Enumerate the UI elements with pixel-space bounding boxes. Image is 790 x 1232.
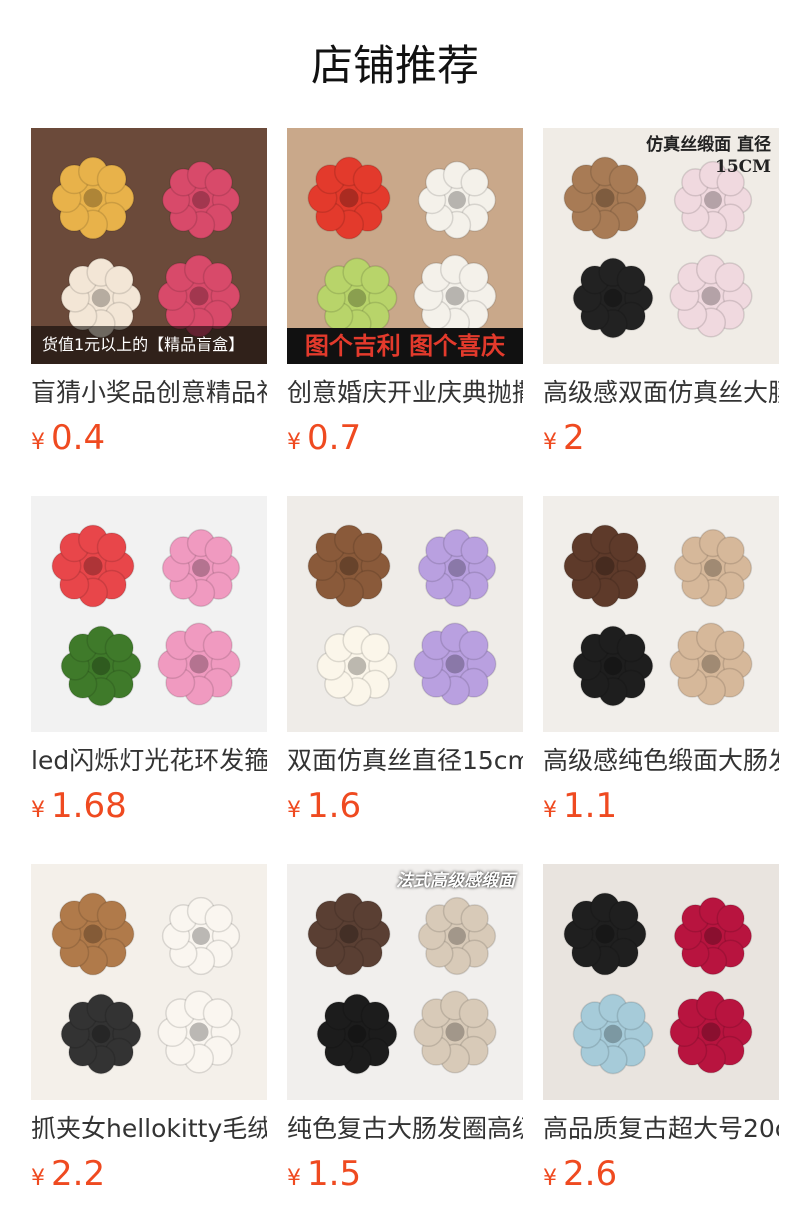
- product-card[interactable]: 高品质复古超大号20cm发圈 ¥2.6: [543, 864, 779, 1202]
- product-card[interactable]: 双面仿真丝直径15cm大肠发圈 ¥1.6: [287, 496, 523, 834]
- scrunchie-shape: [307, 156, 391, 240]
- scrunchie-shape: [417, 528, 497, 608]
- scrunchie-shape: [161, 528, 241, 608]
- product-image[interactable]: [31, 496, 267, 732]
- product-price: ¥2.6: [543, 1152, 779, 1202]
- currency-symbol: ¥: [543, 1166, 557, 1191]
- product-grid: 货值1元以上的【精品盲盒】盲猜小奖品创意精品礼物 ¥0.4 图个吉利 图个喜庆创意婚…: [0, 0, 790, 1232]
- image-banner: 图个吉利 图个喜庆: [287, 328, 523, 364]
- product-price: ¥1.5: [287, 1152, 523, 1202]
- scrunchie-shape: [161, 896, 241, 976]
- product-image[interactable]: 仿真丝缎面 直径15CM: [543, 128, 779, 364]
- scrunchie-shape: [51, 156, 135, 240]
- scrunchie-shape: [60, 993, 142, 1075]
- scrunchie-shape: [157, 990, 241, 1074]
- scrunchie-shape: [572, 257, 654, 339]
- price-value: 0.4: [51, 418, 106, 458]
- scrunchie-shape: [413, 990, 497, 1074]
- product-image[interactable]: [287, 496, 523, 732]
- product-price: ¥1.68: [31, 784, 267, 834]
- scrunchie-shape: [307, 892, 391, 976]
- image-caption: 法式高级感缎面: [396, 871, 515, 891]
- product-card[interactable]: 抓夹女hellokitty毛绒抓夹 ¥2.2: [31, 864, 267, 1202]
- product-card[interactable]: led闪烁灯光花环发箍头饰 ¥1.68: [31, 496, 267, 834]
- scrunchie-shape: [413, 622, 497, 706]
- price-value: 2: [563, 418, 585, 458]
- product-image[interactable]: [543, 496, 779, 732]
- product-name[interactable]: 抓夹女hellokitty毛绒抓夹: [31, 1112, 267, 1146]
- scrunchie-shape: [157, 622, 241, 706]
- product-card[interactable]: 仿真丝缎面 直径15CM 高级感双面仿真丝大肠发圈 ¥2: [543, 128, 779, 466]
- scrunchie-shape: [673, 528, 753, 608]
- product-image[interactable]: [31, 864, 267, 1100]
- image-caption: 仿真丝缎面 直径15CM: [646, 135, 771, 177]
- scrunchie-shape: [157, 254, 241, 338]
- scrunchie-shape: [413, 254, 497, 338]
- price-value: 1.68: [51, 786, 127, 826]
- currency-symbol: ¥: [287, 798, 301, 823]
- product-name[interactable]: 高品质复古超大号20cm发圈: [543, 1112, 779, 1146]
- currency-symbol: ¥: [287, 1166, 301, 1191]
- product-price: ¥1.6: [287, 784, 523, 834]
- currency-symbol: ¥: [31, 1166, 45, 1191]
- scrunchie-shape: [316, 993, 398, 1075]
- scrunchie-shape: [307, 524, 391, 608]
- scrunchie-shape: [316, 257, 398, 339]
- product-image[interactable]: [543, 864, 779, 1100]
- product-price: ¥0.7: [287, 416, 523, 466]
- product-image[interactable]: 法式高级感缎面: [287, 864, 523, 1100]
- product-price: ¥2.2: [31, 1152, 267, 1202]
- scrunchie-shape: [673, 896, 753, 976]
- product-price: ¥1.1: [543, 784, 779, 834]
- currency-symbol: ¥: [287, 430, 301, 455]
- price-value: 1.6: [307, 786, 362, 826]
- currency-symbol: ¥: [31, 798, 45, 823]
- price-value: 2.6: [563, 1154, 618, 1194]
- product-price: ¥0.4: [31, 416, 267, 466]
- product-name[interactable]: 高级感双面仿真丝大肠发圈: [543, 376, 779, 410]
- currency-symbol: ¥: [31, 430, 45, 455]
- product-image[interactable]: 货值1元以上的【精品盲盒】: [31, 128, 267, 364]
- product-card[interactable]: 高级感纯色缎面大肠发圈 ¥1.1: [543, 496, 779, 834]
- price-value: 1.1: [563, 786, 618, 826]
- product-name[interactable]: 创意婚庆开业庆典抛撒喜糖: [287, 376, 523, 410]
- scrunchie-shape: [572, 993, 654, 1075]
- scrunchie-shape: [572, 625, 654, 707]
- scrunchie-shape: [669, 622, 753, 706]
- scrunchie-shape: [316, 625, 398, 707]
- scrunchie-shape: [669, 254, 753, 338]
- price-value: 2.2: [51, 1154, 106, 1194]
- scrunchie-shape: [417, 160, 497, 240]
- scrunchie-shape: [417, 896, 497, 976]
- product-image[interactable]: 图个吉利 图个喜庆: [287, 128, 523, 364]
- product-card[interactable]: 图个吉利 图个喜庆创意婚庆开业庆典抛撒喜糖 ¥0.7: [287, 128, 523, 466]
- scrunchie-shape: [60, 625, 142, 707]
- price-value: 0.7: [307, 418, 362, 458]
- product-name[interactable]: led闪烁灯光花环发箍头饰: [31, 744, 267, 778]
- scrunchie-shape: [563, 524, 647, 608]
- scrunchie-shape: [669, 990, 753, 1074]
- product-name[interactable]: 高级感纯色缎面大肠发圈: [543, 744, 779, 778]
- image-overlay-label: 货值1元以上的【精品盲盒】: [31, 326, 267, 364]
- scrunchie-shape: [51, 524, 135, 608]
- currency-symbol: ¥: [543, 798, 557, 823]
- product-card[interactable]: 货值1元以上的【精品盲盒】盲猜小奖品创意精品礼物 ¥0.4: [31, 128, 267, 466]
- currency-symbol: ¥: [543, 430, 557, 455]
- product-name[interactable]: 盲猜小奖品创意精品礼物: [31, 376, 267, 410]
- scrunchie-shape: [51, 892, 135, 976]
- scrunchie-shape: [161, 160, 241, 240]
- product-card[interactable]: 法式高级感缎面纯色复古大肠发圈高级感 ¥1.5: [287, 864, 523, 1202]
- product-price: ¥2: [543, 416, 779, 466]
- price-value: 1.5: [307, 1154, 362, 1194]
- product-name[interactable]: 双面仿真丝直径15cm大肠发圈: [287, 744, 523, 778]
- product-name[interactable]: 纯色复古大肠发圈高级感: [287, 1112, 523, 1146]
- scrunchie-shape: [563, 892, 647, 976]
